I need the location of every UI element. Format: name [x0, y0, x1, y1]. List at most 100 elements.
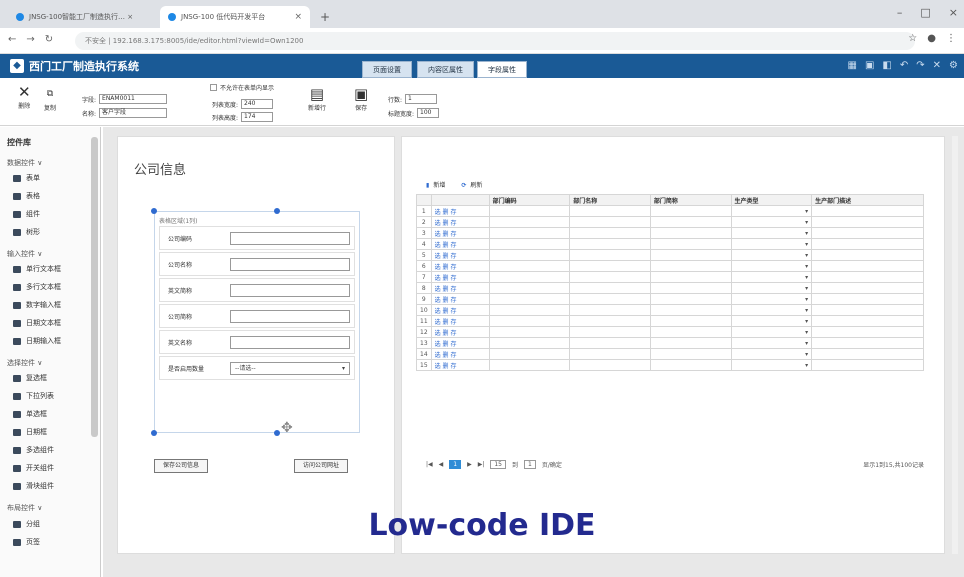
visit-company-button[interactable]: 访问公司网址 — [294, 459, 349, 473]
table-cell[interactable] — [488, 348, 571, 360]
sidebar-item[interactable]: 多行文本框 — [13, 282, 61, 292]
goto-page-input[interactable]: 1 — [524, 460, 536, 469]
table-cell[interactable] — [488, 359, 571, 371]
row-actions[interactable]: 选 删 存 — [430, 238, 490, 250]
table-row[interactable]: 3选 删 存 ▾ — [416, 227, 924, 239]
table-cell[interactable] — [649, 304, 732, 316]
row-actions[interactable]: 选 删 存 — [430, 293, 490, 305]
column-header[interactable]: 部门编码 — [488, 194, 571, 206]
english-short-input[interactable] — [230, 283, 350, 297]
table-cell[interactable] — [488, 337, 571, 349]
sidebar-item[interactable]: 下拉列表 — [13, 391, 54, 401]
table-panel[interactable]: ▮ 新增 ⟳ 刷新 部门编码 部门名称 部门简称 生产类型 生产部门描述 1选 删 存 ▾ 2 选… — [401, 136, 945, 554]
field-name-input[interactable]: 客户字段 — [99, 108, 168, 118]
table-cell[interactable] — [569, 216, 651, 228]
move-icon[interactable]: ✥ — [281, 420, 293, 436]
sidebar-item[interactable]: 开关组件 — [13, 463, 54, 473]
row-actions[interactable]: 选 删 存 — [430, 205, 490, 217]
row-actions[interactable]: 选 删 存 — [430, 359, 490, 371]
table-cell[interactable] — [488, 227, 571, 239]
table-row[interactable]: 13 选 删 存 ▾ — [416, 337, 924, 349]
sidebar-item[interactable]: 滑块组件 — [13, 481, 54, 491]
table-row[interactable]: 1选 删 存 ▾ — [416, 205, 924, 217]
sidebar-item[interactable]: 树形 — [13, 227, 40, 237]
delete-button[interactable]: ✕ 删除 — [18, 84, 31, 111]
row-actions[interactable]: 选 删 存 — [430, 260, 490, 272]
list-width-input[interactable]: 240 — [241, 99, 274, 109]
form-panel[interactable]: 公司信息 表格区域(1列) 公司编码 公司名称 英文简称 公司简称 英文名称 是… — [117, 136, 395, 554]
table-cell[interactable] — [811, 359, 924, 371]
sidebar-group[interactable]: 数据控件 ∨ — [7, 158, 42, 168]
table-cell[interactable] — [811, 293, 924, 305]
sidebar-item[interactable]: 单行文本框 — [13, 264, 61, 274]
table-row[interactable]: 5选 删 存 ▾ — [416, 249, 924, 261]
close-app-icon[interactable]: ✕ — [933, 60, 941, 71]
production-type-select[interactable]: ▾ — [730, 227, 813, 239]
table-cell[interactable] — [649, 249, 732, 261]
sidebar-item[interactable]: 日期输入框 — [13, 336, 61, 346]
table-cell[interactable] — [811, 205, 924, 217]
forward-icon[interactable]: → — [26, 34, 34, 45]
minimize-icon[interactable]: – — [897, 6, 903, 19]
row-actions[interactable]: 选 删 存 — [430, 216, 490, 228]
table-cell[interactable] — [811, 326, 924, 338]
row-actions[interactable]: 选 删 存 — [430, 249, 490, 261]
undo-icon[interactable]: ↶ — [900, 60, 908, 71]
browser-tab-2[interactable]: JNSG-100 低代码开发平台 × — [160, 6, 310, 28]
resize-handle[interactable] — [151, 430, 157, 436]
menu-icon[interactable]: ⋮ — [946, 33, 956, 44]
table-row[interactable]: 11 选 删 存 ▾ — [416, 315, 924, 327]
table-cell[interactable] — [649, 359, 732, 371]
table-cell[interactable] — [569, 271, 651, 283]
column-header[interactable] — [430, 194, 490, 206]
field-code-input[interactable]: ENAM0011 — [99, 94, 168, 104]
table-cell[interactable] — [488, 315, 571, 327]
row-actions[interactable]: 选 删 存 — [430, 315, 490, 327]
table-cell[interactable] — [811, 238, 924, 250]
table-row[interactable]: 8选 删 存 ▾ — [416, 282, 924, 294]
sidebar-item[interactable]: 日期框 — [13, 427, 47, 437]
table-row[interactable]: 15 选 删 存 ▾ — [416, 359, 924, 371]
sidebar-item[interactable]: 表单 — [13, 173, 40, 183]
table-row[interactable]: 9选 删 存 ▾ — [416, 293, 924, 305]
table-row[interactable]: 7选 删 存 ▾ — [416, 271, 924, 283]
table-cell[interactable] — [649, 205, 732, 217]
table-cell[interactable] — [569, 282, 651, 294]
save-button[interactable]: ▣ 保存 — [354, 86, 368, 113]
table-cell[interactable] — [488, 304, 571, 316]
enable-select[interactable]: --请选-- ▾ — [230, 361, 350, 375]
sidebar-item[interactable]: 日期文本框 — [13, 318, 61, 328]
production-type-select[interactable]: ▾ — [730, 348, 813, 360]
table-cell[interactable] — [811, 315, 924, 327]
sidebar-scrollbar[interactable] — [91, 137, 98, 437]
table-cell[interactable] — [488, 205, 571, 217]
table-row[interactable]: 14 选 删 存 ▾ — [416, 348, 924, 360]
tab-page-settings[interactable]: 页面设置 — [362, 61, 412, 78]
table-cell[interactable] — [649, 348, 732, 360]
table-cell[interactable] — [811, 271, 924, 283]
table-cell[interactable] — [569, 359, 651, 371]
url-field[interactable]: 不安全 | 192.168.3.175:8005/ide/editor.html… — [75, 32, 915, 50]
production-type-select[interactable]: ▾ — [730, 249, 813, 261]
production-type-select[interactable]: ▾ — [730, 359, 813, 371]
new-row-button[interactable]: ▤ 新增行 — [308, 86, 326, 113]
grid-icon[interactable]: ▦ — [848, 60, 857, 71]
resize-handle[interactable] — [274, 430, 280, 436]
sidebar-item[interactable]: 数字输入框 — [13, 300, 61, 310]
table-cell[interactable] — [649, 216, 732, 228]
row-actions[interactable]: 选 删 存 — [430, 348, 490, 360]
table-cell[interactable] — [569, 348, 651, 360]
table-cell[interactable] — [569, 304, 651, 316]
sidebar-item[interactable]: 复选框 — [13, 373, 47, 383]
refresh-button[interactable]: ⟳ 刷新 — [461, 180, 482, 189]
row-actions[interactable]: 选 删 存 — [430, 337, 490, 349]
production-type-select[interactable]: ▾ — [730, 293, 813, 305]
column-header[interactable]: 生产部门描述 — [811, 194, 924, 206]
production-type-select[interactable]: ▾ — [730, 238, 813, 250]
settings-icon[interactable]: ⚙ — [949, 60, 958, 71]
table-cell[interactable] — [649, 238, 732, 250]
per-page-select[interactable]: 15 — [490, 460, 506, 469]
table-cell[interactable] — [811, 227, 924, 239]
table-cell[interactable] — [649, 326, 732, 338]
profile-icon[interactable]: ● — [927, 33, 936, 44]
